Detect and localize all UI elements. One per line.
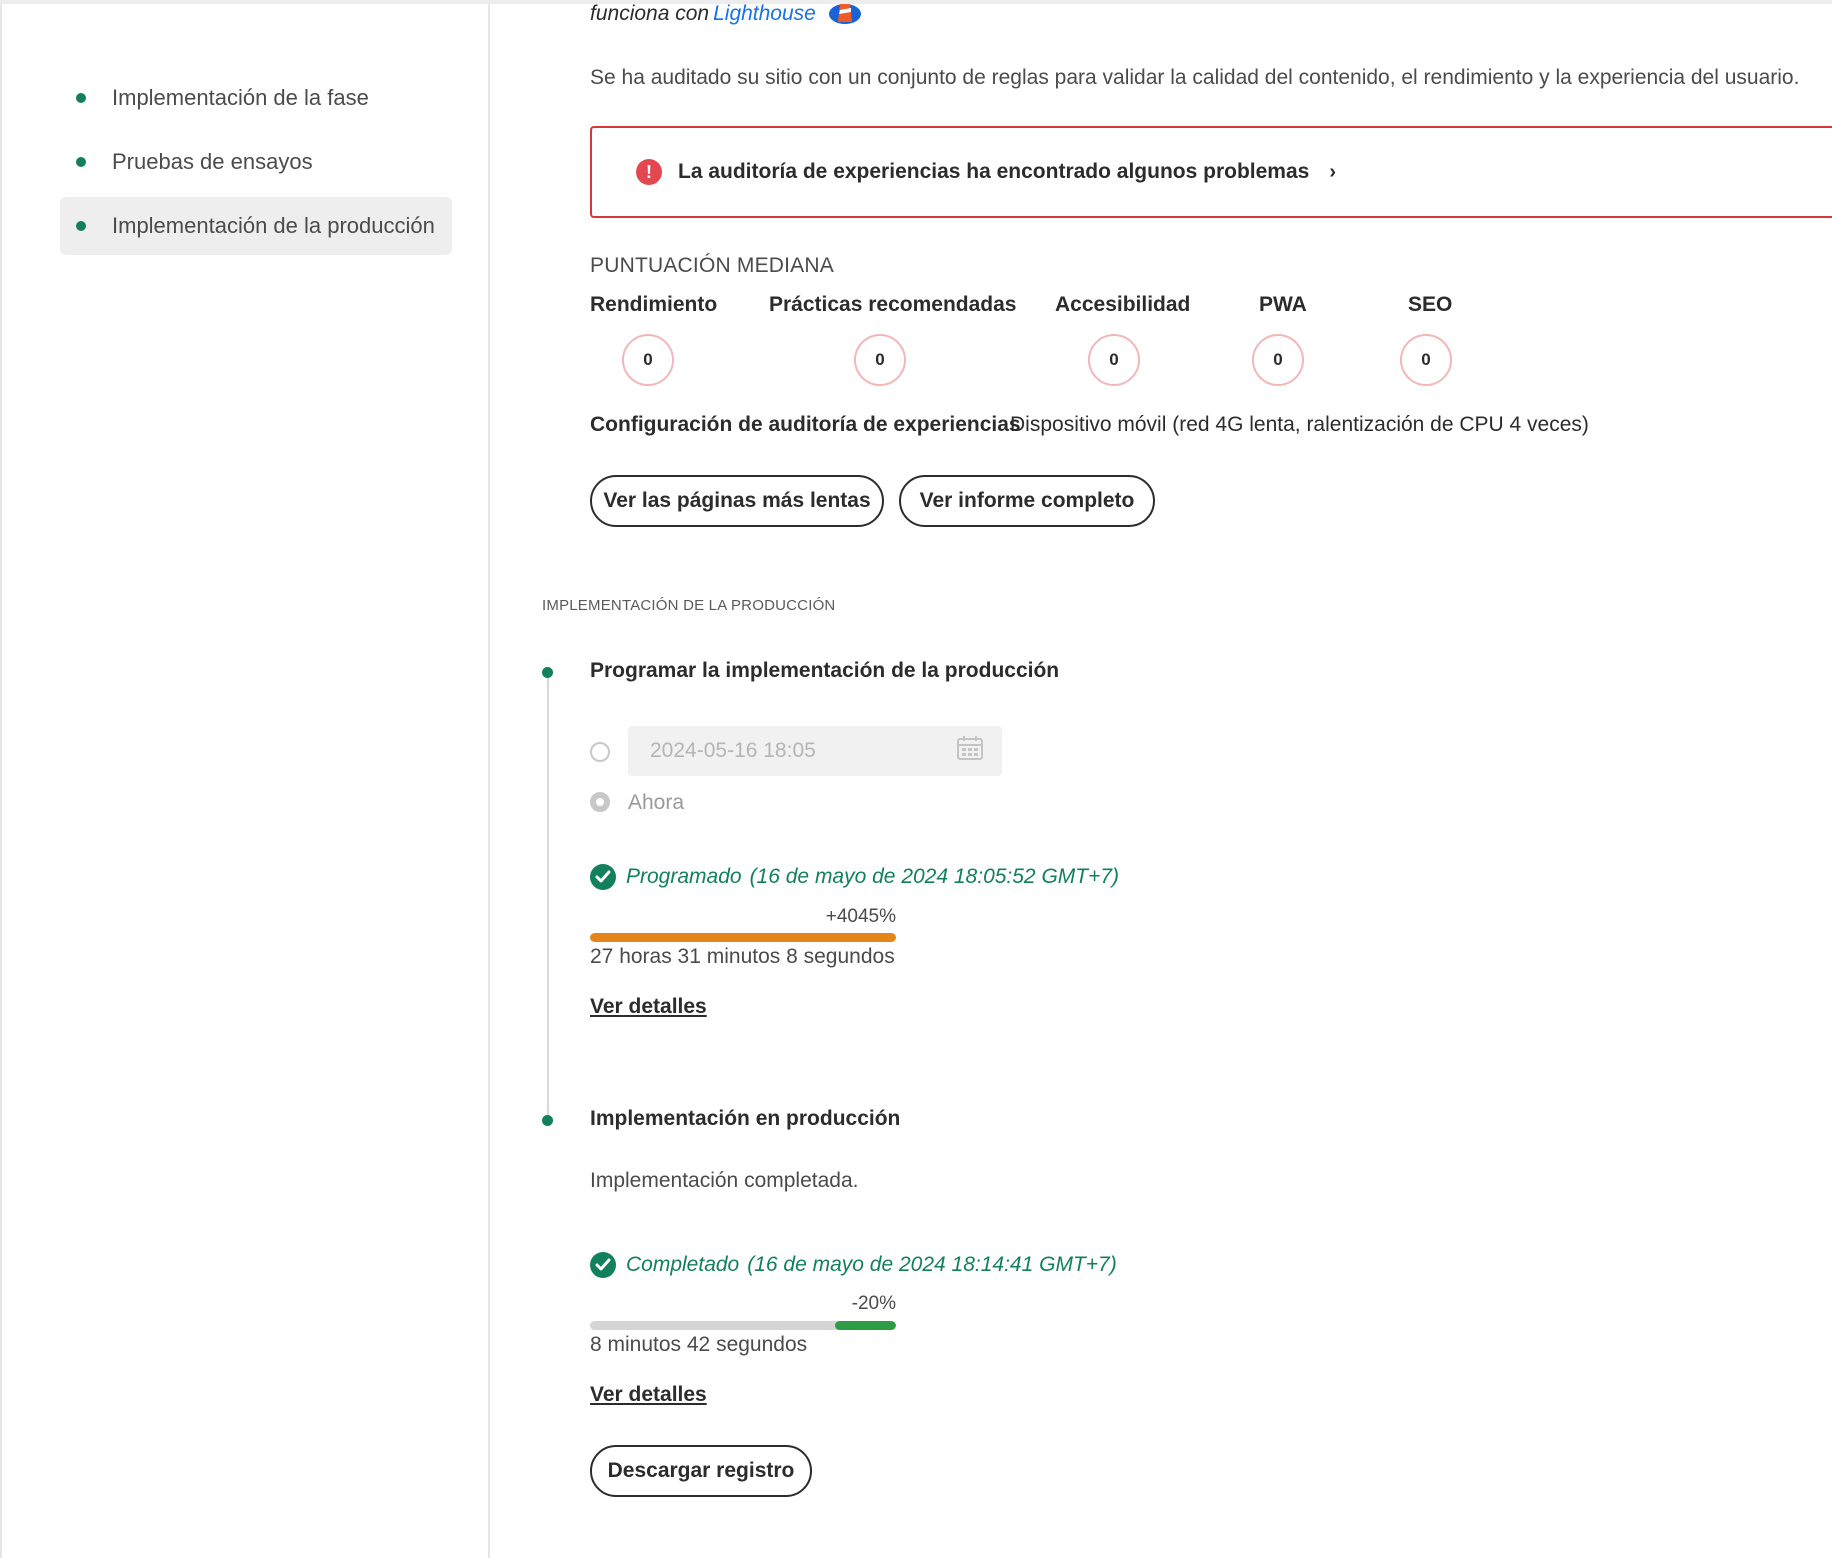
schedule-step-title: Programar la implementación de la produc… <box>590 659 1060 682</box>
main-content: funciona con Lighthouse Se ha auditado su… <box>490 0 1832 1558</box>
timeline-dot <box>542 667 553 678</box>
view-slowest-pages-button[interactable]: Ver las páginas más lentas <box>590 475 884 527</box>
schedule-percent-change: +4045% <box>825 906 896 927</box>
audit-config-value: Dispositivo móvil (red 4G lenta, ralenti… <box>1010 413 1589 436</box>
deploy-duration-bar-fill <box>834 1321 896 1330</box>
schedule-view-details-link[interactable]: Ver detalles <box>590 995 707 1019</box>
sidebar-item-label: Implementación de la fase <box>112 85 369 110</box>
powered-by: funciona con Lighthouse <box>590 0 862 30</box>
deploy-percent-change: -20% <box>851 1293 896 1314</box>
sidebar: Implementación de la fase Pruebas de ens… <box>0 4 490 1558</box>
deploy-status: Completado (16 de mayo de 2024 18:14:41 … <box>590 1252 1117 1278</box>
deploy-duration: 8 minutos 42 segundos <box>590 1333 808 1356</box>
check-circle-icon <box>590 864 616 890</box>
alert-message: La auditoría de experiencias ha encontra… <box>678 160 1310 183</box>
score-gauge-accessibility: 0 <box>1088 334 1140 386</box>
lighthouse-link[interactable]: Lighthouse <box>713 2 816 25</box>
schedule-now-label: Ahora <box>628 791 685 814</box>
score-label-performance: Rendimiento <box>590 293 718 316</box>
timeline-line <box>547 672 549 1120</box>
powered-by-text: funciona con <box>590 2 710 25</box>
schedule-status: Programado (16 de mayo de 2024 18:05:52 … <box>590 864 1119 890</box>
schedule-status-date: (16 de mayo de 2024 18:05:52 GMT+7) <box>749 865 1120 888</box>
production-section-label: IMPLEMENTACIÓN DE LA PRODUCCIÓN <box>542 597 836 614</box>
deploy-status-label: Completado <box>626 1253 740 1276</box>
sidebar-item-label: Implementación de la producción <box>112 213 435 238</box>
score-label-best-practices: Prácticas recomendadas <box>769 293 1017 316</box>
score-gauge-seo: 0 <box>1400 334 1452 386</box>
score-gauge-performance: 0 <box>622 334 674 386</box>
deploy-view-details-link[interactable]: Ver detalles <box>590 1383 707 1407</box>
schedule-duration: 27 horas 31 minutos 8 segundos <box>590 945 895 968</box>
deploy-step-title: Implementación en producción <box>590 1107 901 1130</box>
schedule-date-radio[interactable] <box>590 742 610 762</box>
schedule-duration-bar <box>590 933 896 942</box>
download-log-button[interactable]: Descargar registro <box>590 1445 812 1497</box>
sidebar-item-production[interactable]: Implementación de la producción <box>60 197 452 255</box>
score-label-pwa: PWA <box>1259 293 1307 316</box>
schedule-status-label: Programado <box>626 865 742 888</box>
sidebar-item-stage[interactable]: Implementación de la fase <box>60 69 452 127</box>
chevron-right-icon[interactable]: › <box>1329 161 1336 184</box>
view-full-report-button[interactable]: Ver informe completo <box>899 475 1155 527</box>
status-dot <box>76 93 86 103</box>
schedule-now-radio[interactable] <box>590 792 610 812</box>
status-dot <box>76 157 86 167</box>
calendar-icon[interactable] <box>956 735 984 767</box>
sidebar-item-label: Pruebas de ensayos <box>112 149 313 174</box>
sidebar-item-rehearsal-tests[interactable]: Pruebas de ensayos <box>60 133 452 191</box>
score-gauge-best-practices: 0 <box>854 334 906 386</box>
timeline-dot <box>542 1115 553 1126</box>
lighthouse-icon <box>828 0 862 30</box>
audit-issues-alert[interactable]: ! La auditoría de experiencias ha encont… <box>590 126 1832 218</box>
schedule-date-value: 2024-05-16 18:05 <box>650 739 816 762</box>
alert-icon: ! <box>636 159 662 185</box>
audit-description: Se ha auditado su sitio con un conjunto … <box>590 66 1800 89</box>
score-section-title: PUNTUACIÓN MEDIANA <box>590 254 834 277</box>
deploy-message: Implementación completada. <box>590 1169 859 1192</box>
deploy-duration-bar <box>590 1321 896 1330</box>
score-label-seo: SEO <box>1408 293 1453 316</box>
deploy-status-date: (16 de mayo de 2024 18:14:41 GMT+7) <box>747 1253 1117 1276</box>
check-circle-icon <box>590 1252 616 1278</box>
status-dot <box>76 221 86 231</box>
score-label-accessibility: Accesibilidad <box>1055 293 1191 316</box>
schedule-duration-bar-fill <box>590 933 896 942</box>
score-gauge-pwa: 0 <box>1252 334 1304 386</box>
schedule-date-field[interactable]: 2024-05-16 18:05 <box>628 726 1002 776</box>
audit-config-label: Configuración de auditoría de experienci… <box>590 413 1021 436</box>
